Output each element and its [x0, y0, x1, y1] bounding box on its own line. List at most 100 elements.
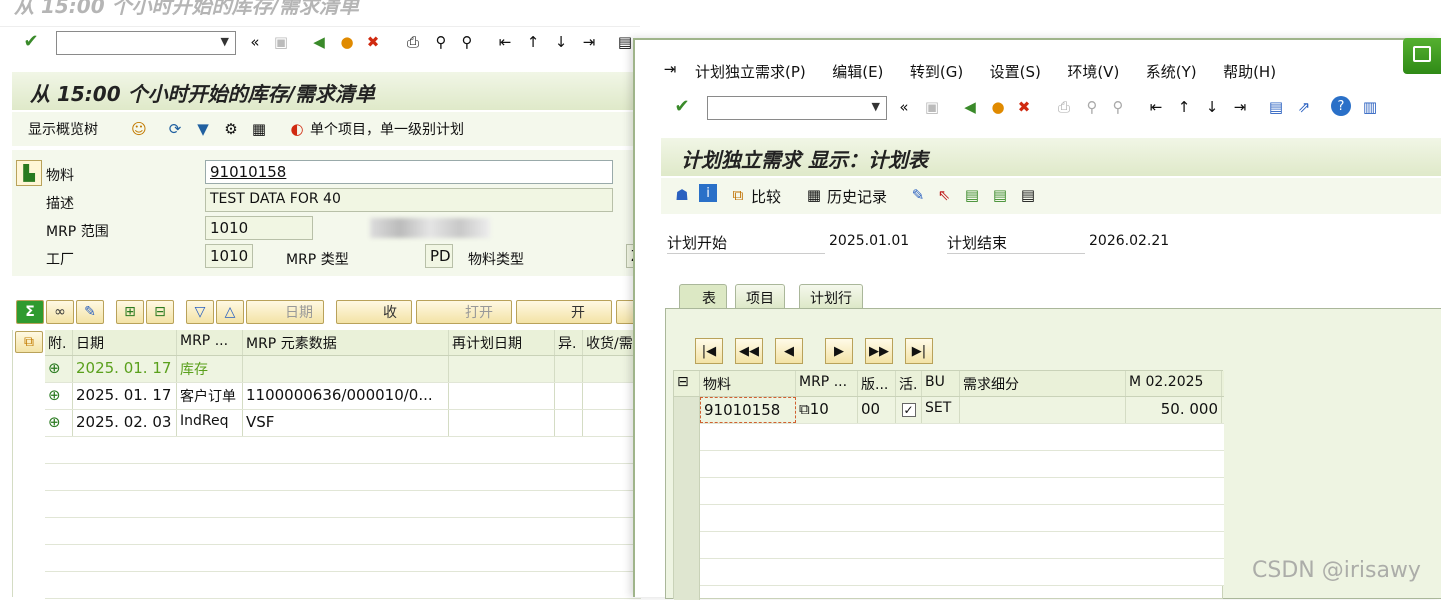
- menu-window-icon[interactable]: ⇥: [659, 58, 681, 80]
- open2-button[interactable]: 开: [516, 300, 612, 324]
- sort-down-button[interactable]: ▽: [186, 300, 214, 324]
- menu-item-help[interactable]: 帮助(H): [1223, 63, 1276, 81]
- expand-tree-button[interactable]: ⊞: [116, 300, 144, 324]
- minimize-icon[interactable]: [1413, 46, 1431, 62]
- front-command-field[interactable]: ▼: [707, 96, 887, 120]
- tab-table[interactable]: 表: [679, 284, 727, 308]
- double-chevron-icon[interactable]: «: [244, 31, 266, 53]
- single-item-button[interactable]: 单个项目，单一级别计划: [310, 119, 464, 139]
- back-nav-icon[interactable]: ◀: [959, 96, 981, 118]
- shortcut-icon[interactable]: ⇗: [1293, 96, 1315, 118]
- col-active[interactable]: 活.: [896, 371, 922, 396]
- date-button[interactable]: 日期: [246, 300, 324, 324]
- sum-button[interactable]: Σ: [16, 300, 44, 324]
- glasses-button[interactable]: ∞: [46, 300, 74, 324]
- col-mrp-data[interactable]: MRP 元素数据: [243, 330, 449, 355]
- menu-item-system[interactable]: 系统(Y): [1146, 63, 1197, 81]
- table-row[interactable]: ⊕ 2025. 01. 17 客户订单 1100000636/000010/0.…: [45, 383, 641, 410]
- hat-icon[interactable]: ☗: [671, 184, 693, 206]
- table-row[interactable]: ⊕ 2025. 02. 03 IndReq VSF: [45, 410, 641, 437]
- export-icon[interactable]: ▦: [248, 118, 270, 140]
- col-req-seg[interactable]: 需求细分: [960, 371, 1126, 396]
- col-month[interactable]: M 02.2025: [1126, 371, 1222, 396]
- info-icon[interactable]: i: [699, 184, 717, 202]
- row-active-checkbox[interactable]: ✓: [896, 397, 922, 423]
- next-page-icon[interactable]: ↓: [1201, 96, 1223, 118]
- exit-icon[interactable]: ●: [336, 31, 358, 53]
- layout-icon[interactable]: ▥: [1359, 96, 1381, 118]
- col-material[interactable]: 物料: [700, 371, 796, 396]
- back-command-field[interactable]: ▼: [56, 31, 236, 55]
- menu-item-plan[interactable]: 计划独立需求(P): [695, 63, 806, 81]
- row-detail-icon[interactable]: ⊕: [45, 410, 73, 436]
- menu-item-edit[interactable]: 编辑(E): [832, 63, 883, 81]
- row-detail-icon[interactable]: ⊕: [45, 383, 73, 409]
- settings-icon[interactable]: ⚙: [220, 118, 242, 140]
- find-next-icon[interactable]: ⚲: [456, 31, 478, 53]
- find-icon[interactable]: ⚲: [430, 31, 452, 53]
- exit-icon[interactable]: ●: [987, 96, 1009, 118]
- print-icon[interactable]: ⎙: [1053, 96, 1075, 118]
- col-unit[interactable]: BU: [922, 371, 960, 396]
- next-page-icon[interactable]: ↓: [550, 31, 572, 53]
- col-selector[interactable]: ⊟: [674, 371, 700, 396]
- compare-button[interactable]: 比较: [751, 186, 781, 207]
- open-button[interactable]: 打开: [416, 300, 512, 324]
- col-mrp[interactable]: MRP ...: [796, 371, 858, 396]
- col-version[interactable]: 版...: [858, 371, 896, 396]
- first-row-button[interactable]: |◀: [695, 338, 723, 364]
- col-reschedule[interactable]: 再计划日期: [449, 330, 555, 355]
- help-icon[interactable]: ?: [1331, 96, 1351, 116]
- last-row-button[interactable]: ▶|: [905, 338, 933, 364]
- receive-button[interactable]: 收: [336, 300, 412, 324]
- display-tree-button[interactable]: 显示概览树: [28, 119, 98, 139]
- col-mrp[interactable]: MRP ...: [177, 330, 243, 355]
- cursor-icon[interactable]: ⇖: [933, 184, 955, 206]
- copy-icon[interactable]: ⧉: [799, 400, 810, 418]
- first-page-icon[interactable]: ⇤: [494, 31, 516, 53]
- history-icon[interactable]: ▦: [803, 184, 825, 206]
- double-chevron-icon[interactable]: «: [893, 96, 915, 118]
- menu-item-settings[interactable]: 设置(S): [990, 63, 1041, 81]
- doc-icon-2[interactable]: ▤: [989, 184, 1011, 206]
- first-page-icon[interactable]: ⇤: [1145, 96, 1167, 118]
- tab-schedule-line[interactable]: 计划行: [799, 284, 863, 308]
- col-exception[interactable]: 异.: [555, 330, 583, 355]
- tab-item[interactable]: 项目: [735, 284, 785, 308]
- enter-check-icon[interactable]: ✔: [671, 96, 693, 118]
- prev-page-icon[interactable]: ↑: [522, 31, 544, 53]
- find-next-icon[interactable]: ⚲: [1107, 96, 1129, 118]
- menu-item-goto[interactable]: 转到(G): [910, 63, 963, 81]
- last-page-icon[interactable]: ⇥: [1229, 96, 1251, 118]
- prev-row-button[interactable]: ◀: [775, 338, 803, 364]
- doc-icon-1[interactable]: ▤: [961, 184, 983, 206]
- row-qty[interactable]: 50. 000: [1126, 397, 1222, 423]
- new-session-icon[interactable]: ▤: [1265, 96, 1287, 118]
- save-icon[interactable]: ▣: [921, 96, 943, 118]
- table-row[interactable]: ⊕ 2025. 01. 17 库存: [45, 356, 641, 383]
- menu-item-environment[interactable]: 环境(V): [1067, 63, 1119, 81]
- row-material[interactable]: 91010158: [700, 397, 796, 423]
- refresh-icon[interactable]: ⟳: [164, 118, 186, 140]
- single-item-icon[interactable]: ◐: [286, 118, 308, 140]
- edit-icon[interactable]: ✎: [907, 184, 929, 206]
- doc-icon-3[interactable]: ▤: [1017, 184, 1039, 206]
- table-row[interactable]: 91010158 ⧉10 00 ✓ SET 50. 000: [700, 397, 1224, 424]
- next-page-button[interactable]: ▶▶: [865, 338, 893, 364]
- next-row-button[interactable]: ▶: [825, 338, 853, 364]
- col-attach[interactable]: 附.: [45, 330, 73, 355]
- grid-settings-icon[interactable]: ⧉: [15, 331, 43, 353]
- save-icon[interactable]: ▣: [270, 31, 292, 53]
- cancel-icon[interactable]: ✖: [362, 31, 384, 53]
- prev-page-button[interactable]: ◀◀: [735, 338, 763, 364]
- collapse-tree-button[interactable]: ⊟: [146, 300, 174, 324]
- material-header-icon[interactable]: ▙: [16, 160, 42, 186]
- find-icon[interactable]: ⚲: [1081, 96, 1103, 118]
- sort-up-button[interactable]: △: [216, 300, 244, 324]
- cancel-icon[interactable]: ✖: [1013, 96, 1035, 118]
- back-nav-icon[interactable]: ◀: [308, 31, 330, 53]
- col-date[interactable]: 日期: [73, 330, 177, 355]
- filter-icon[interactable]: ▼: [192, 118, 214, 140]
- history-button[interactable]: 历史记录: [827, 186, 887, 207]
- prev-page-icon[interactable]: ↑: [1173, 96, 1195, 118]
